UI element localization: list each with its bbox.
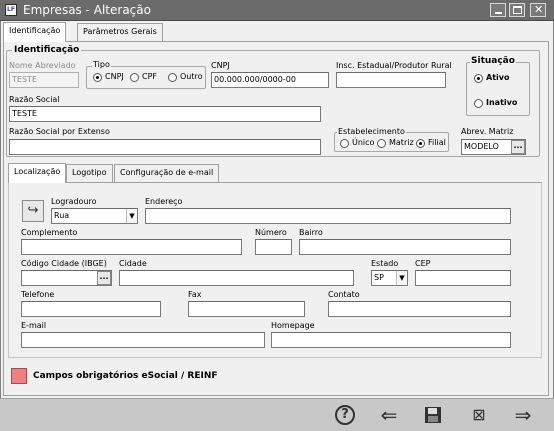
identificacao-group-title: Identificação [12,45,82,55]
required-fields-swatch [11,368,27,384]
forward-arrow-icon: ⇒ [514,403,532,427]
tipo-cpf-radio[interactable] [130,73,139,82]
abrev-matriz-lookup-button[interactable]: ... [511,140,525,154]
estabelecimento-matriz-label: Matriz [389,138,414,147]
insc-estadual-label: Insc. Estadual/Produtor Rural [336,61,452,70]
tipo-outro-label: Outro [180,72,203,81]
maximize-icon [513,6,522,14]
help-button[interactable]: ? [334,404,356,426]
tab-configuracao-email[interactable]: Configuração de e-mail [114,164,220,182]
logradouro-select[interactable]: Rua [51,208,138,224]
bairro-label: Bairro [299,228,323,237]
estabelecimento-filial-label: Filial [428,138,446,147]
contato-label: Contato [328,290,360,299]
tipo-cnpj-radio[interactable] [93,73,102,82]
tipo-outro-radio[interactable] [168,73,177,82]
maximize-button[interactable] [509,3,525,17]
situacao-ativo-label: Ativo [486,73,510,82]
estado-label: Estado [371,259,399,268]
cancel-button[interactable]: ⊠ [468,404,490,426]
tab-parametros-gerais[interactable]: Parâmetros Gerais [77,23,163,41]
razao-social-extenso-label: Razão Social por Extenso [9,127,110,136]
complemento-field[interactable] [21,239,242,255]
contato-field[interactable] [328,301,511,317]
bairro-field[interactable] [299,239,511,255]
codigo-cidade-lookup-button[interactable]: ... [97,271,111,285]
cnpj-field[interactable]: 00.000.000/0000-00 [211,72,329,88]
situacao-inativo-label: Inativo [486,98,518,107]
cidade-label: Cidade [119,259,147,268]
abrev-matriz-label: Abrev. Matriz [461,127,514,136]
cidade-field[interactable] [119,270,354,286]
nome-abreviado-label: Nome Abreviado [9,61,76,70]
numero-field[interactable] [255,239,292,255]
estabelecimento-unico-radio[interactable] [340,139,349,148]
back-button[interactable]: ⇐ [378,404,400,426]
logradouro-dropdown-button[interactable]: ▼ [126,209,137,223]
window-title: Empresas - Alteração [23,3,151,17]
nome-abreviado-field: TESTE [9,72,79,88]
minimize-button[interactable] [490,3,506,17]
estabelecimento-matriz-radio[interactable] [377,139,386,148]
razao-social-extenso-field[interactable] [9,139,321,155]
chevron-down-icon: ▼ [399,274,405,282]
close-icon: ✕ [534,3,544,16]
cancel-icon: ⊠ [472,405,486,424]
close-button[interactable]: ✕ [530,3,546,17]
back-arrow-icon: ⇐ [380,403,398,427]
logradouro-value: Rua [54,211,70,220]
situacao-inativo-radio[interactable] [474,99,483,108]
situacao-label: Situação [470,56,516,66]
tab-logotipo[interactable]: Logotipo [66,164,113,182]
estabelecimento-label: Estabelecimento [337,127,406,137]
fax-field[interactable] [188,301,305,317]
estabelecimento-filial-radio[interactable] [416,139,425,148]
swap-address-button[interactable]: ↪ [22,200,44,222]
situacao-ativo-radio[interactable] [474,74,483,83]
tipo-cnpj-label: CNPJ [105,72,124,81]
tab-identificacao[interactable]: Identificação [3,22,67,42]
app-icon: LF [5,4,17,16]
tipo-label: Tipo [92,60,111,70]
logradouro-label: Logradouro [51,197,97,206]
homepage-field[interactable] [271,332,511,348]
cep-field[interactable] [415,270,511,286]
title-bar: LF Empresas - Alteração ✕ [0,0,554,21]
telefone-field[interactable] [21,301,161,317]
chevron-down-icon: ▼ [129,212,135,220]
save-icon [425,407,441,423]
razao-social-label: Razão Social [9,95,60,104]
insc-estadual-field[interactable] [336,72,446,88]
endereco-label: Endereço [145,197,183,206]
codigo-cidade-label: Código Cidade (IBGE) [21,259,107,268]
minimize-icon [495,12,502,14]
complemento-label: Complemento [21,228,78,237]
homepage-label: Homepage [271,321,315,330]
tab-localizacao[interactable]: Localização [8,163,67,183]
help-icon: ? [335,405,355,425]
estabelecimento-unico-label: Único [352,138,375,147]
telefone-label: Telefone [21,290,55,299]
estado-value: SP [374,273,384,282]
tipo-cpf-label: CPF [142,72,158,81]
email-field[interactable] [21,332,265,348]
forward-button[interactable]: ⇒ [512,404,534,426]
razao-social-field[interactable]: TESTE [9,106,321,122]
numero-label: Número [255,228,287,237]
email-label: E-mail [21,321,47,330]
endereco-field[interactable] [145,208,511,224]
cep-label: CEP [415,259,431,268]
cnpj-label: CNPJ [211,61,230,70]
estado-dropdown-button[interactable]: ▼ [396,271,407,285]
fax-label: Fax [188,290,202,299]
required-fields-legend: Campos obrigatórios eSocial / REINF [33,371,218,381]
arrow-swap-icon: ↪ [27,203,39,218]
save-button[interactable] [422,404,444,426]
